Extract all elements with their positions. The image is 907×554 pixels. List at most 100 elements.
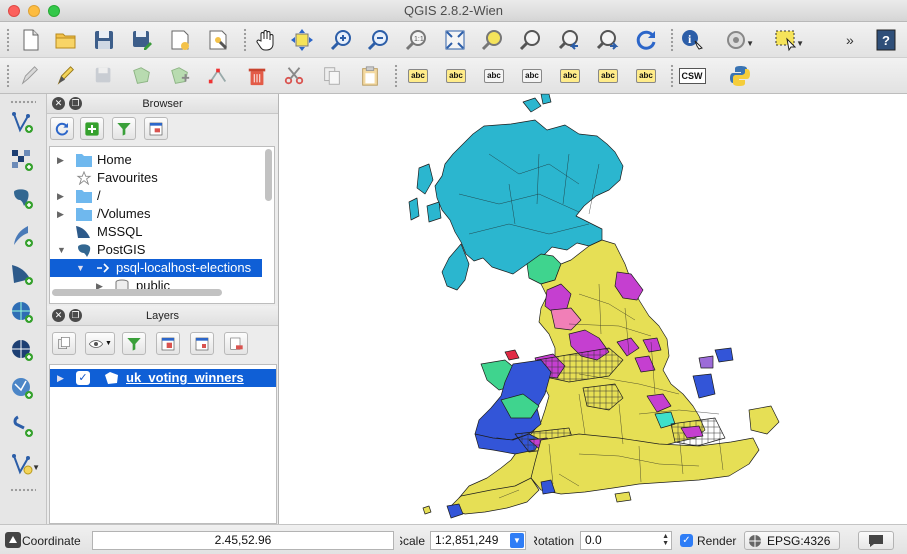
collapse-arrow-icon[interactable]: ▼ (57, 241, 66, 259)
expand-arrow-icon[interactable]: ▶ (57, 369, 64, 387)
filter-legend-button[interactable] (122, 332, 146, 355)
toolbar-grip[interactable] (10, 100, 36, 104)
open-project-icon[interactable] (52, 26, 80, 54)
refresh-icon[interactable] (632, 26, 660, 54)
label-tool-icon[interactable]: abc (404, 62, 432, 90)
save-layer-edits-icon[interactable] (90, 62, 118, 90)
scale-combobox[interactable]: 1:2,851,249 ▼ (430, 531, 526, 550)
browser-item-home[interactable]: ▶ Home (50, 151, 274, 169)
collapse-all-button[interactable] (144, 117, 168, 140)
python-console-icon[interactable] (726, 62, 754, 90)
move-label-icon[interactable]: abc (556, 62, 584, 90)
toolbar-overflow-button[interactable]: » (846, 32, 854, 48)
zoom-last-icon[interactable] (556, 26, 584, 54)
zoom-native-icon[interactable]: 1:1 (403, 26, 431, 54)
expand-arrow-icon[interactable]: ▶ (57, 151, 64, 169)
toolbar-grip[interactable] (6, 64, 10, 88)
zoom-to-selection-icon[interactable] (479, 26, 507, 54)
paste-features-icon[interactable] (356, 62, 384, 90)
render-checkbox[interactable]: ✓ (680, 534, 693, 547)
node-tool-icon[interactable] (204, 62, 232, 90)
browser-item-psql-localhost-elections[interactable]: ▼ psql-localhost-elections (50, 259, 262, 277)
chevron-down-icon[interactable]: ▼ (796, 39, 804, 48)
toggle-editing-icon[interactable] (52, 62, 80, 90)
manage-visibility-button[interactable]: ▼ (85, 332, 115, 355)
change-label-icon[interactable]: abc (632, 62, 660, 90)
layer-styling-button[interactable] (52, 332, 76, 355)
show-hide-labels-icon[interactable]: abc (518, 62, 546, 90)
chevron-down-icon[interactable]: ▼ (510, 533, 524, 548)
select-features-icon[interactable]: ▼ (772, 26, 804, 54)
map-canvas[interactable] (278, 94, 907, 524)
add-wms-layer-icon[interactable] (8, 298, 36, 326)
chevron-down-icon[interactable]: ▼ (32, 463, 40, 472)
highlight-pinned-labels-icon[interactable]: abc (480, 62, 508, 90)
zoom-in-icon[interactable] (328, 26, 356, 54)
expand-arrow-icon[interactable]: ▶ (57, 205, 64, 223)
browser-item-postgis[interactable]: ▼ PostGIS (50, 241, 274, 259)
current-edits-icon[interactable] (16, 62, 44, 90)
label-text: abc (522, 69, 542, 83)
add-postgis-layer-icon[interactable] (8, 184, 36, 212)
add-wcs-layer-icon[interactable] (8, 336, 36, 364)
action-icon[interactable]: ▼ (722, 26, 754, 54)
browser-vertical-scrollbar[interactable] (265, 149, 272, 201)
zoom-out-icon[interactable] (365, 26, 393, 54)
spinner-arrows-icon[interactable]: ▲ ▼ (662, 533, 669, 547)
toolbar-grip[interactable] (6, 28, 10, 52)
coordinate-field[interactable]: 2.45,52.96 (92, 531, 394, 550)
delete-selected-icon[interactable] (243, 62, 271, 90)
add-vector-layer-icon[interactable] (8, 108, 36, 136)
browser-item-favourites[interactable]: Favourites (50, 169, 274, 187)
collapse-arrow-icon[interactable]: ▼ (76, 259, 85, 277)
toolbar-grip[interactable] (10, 488, 36, 492)
layer-visibility-checkbox[interactable]: ✓ (76, 371, 90, 385)
add-delimited-text-layer-icon[interactable] (8, 412, 36, 440)
messages-icon[interactable] (4, 531, 22, 549)
expand-all-button[interactable] (156, 332, 180, 355)
composer-manager-icon[interactable] (204, 26, 232, 54)
toolbar-grip[interactable] (243, 28, 247, 52)
identify-icon[interactable]: i (678, 26, 706, 54)
rotate-label-icon[interactable]: abc (594, 62, 622, 90)
add-raster-layer-icon[interactable] (8, 146, 36, 174)
browser-item-volumes[interactable]: ▶ /Volumes (50, 205, 274, 223)
messages-button[interactable] (858, 531, 894, 550)
new-project-icon[interactable] (16, 26, 44, 54)
toolbar-grip[interactable] (670, 64, 674, 88)
collapse-all-button[interactable] (190, 332, 214, 355)
new-print-composer-icon[interactable] (166, 26, 194, 54)
toolbar-grip[interactable] (670, 28, 674, 52)
browser-item-root[interactable]: ▶ / (50, 187, 274, 205)
move-feature-icon[interactable] (166, 62, 194, 90)
zoom-full-icon[interactable] (441, 26, 469, 54)
add-spatialite-layer-icon[interactable] (8, 222, 36, 250)
browser-horizontal-scrollbar[interactable] (52, 289, 222, 296)
zoom-next-icon[interactable] (594, 26, 622, 54)
zoom-to-layer-icon[interactable] (517, 26, 545, 54)
pan-to-selection-icon[interactable] (288, 26, 316, 54)
new-shapefile-layer-icon[interactable]: ▼ (8, 450, 40, 478)
add-selected-layers-button[interactable] (80, 117, 104, 140)
add-mssql-layer-icon[interactable] (8, 260, 36, 288)
expand-arrow-icon[interactable]: ▶ (57, 187, 64, 205)
cut-features-icon[interactable] (280, 62, 308, 90)
crs-button[interactable]: EPSG:4326 (744, 531, 840, 550)
help-icon[interactable]: ? (872, 26, 900, 54)
add-wfs-layer-icon[interactable] (8, 374, 36, 402)
layer-item-uk-voting-winners[interactable]: ▶ ✓ uk_voting_winners (50, 369, 276, 387)
save-as-icon[interactable] (128, 26, 156, 54)
toolbar-grip[interactable] (394, 64, 398, 88)
filter-browser-button[interactable] (112, 117, 136, 140)
refresh-browser-button[interactable] (50, 117, 74, 140)
pan-icon[interactable] (252, 26, 280, 54)
copy-features-icon[interactable] (318, 62, 346, 90)
chevron-down-icon[interactable]: ▼ (746, 39, 754, 48)
save-project-icon[interactable] (90, 26, 118, 54)
csw-icon[interactable]: CSW (678, 62, 706, 90)
rotation-spinbox[interactable]: 0.0 ▲ ▼ (580, 531, 672, 550)
browser-item-mssql[interactable]: MSSQL (50, 223, 274, 241)
pin-labels-icon[interactable]: abc (442, 62, 470, 90)
add-feature-icon[interactable] (128, 62, 156, 90)
remove-layer-button[interactable] (224, 332, 248, 355)
